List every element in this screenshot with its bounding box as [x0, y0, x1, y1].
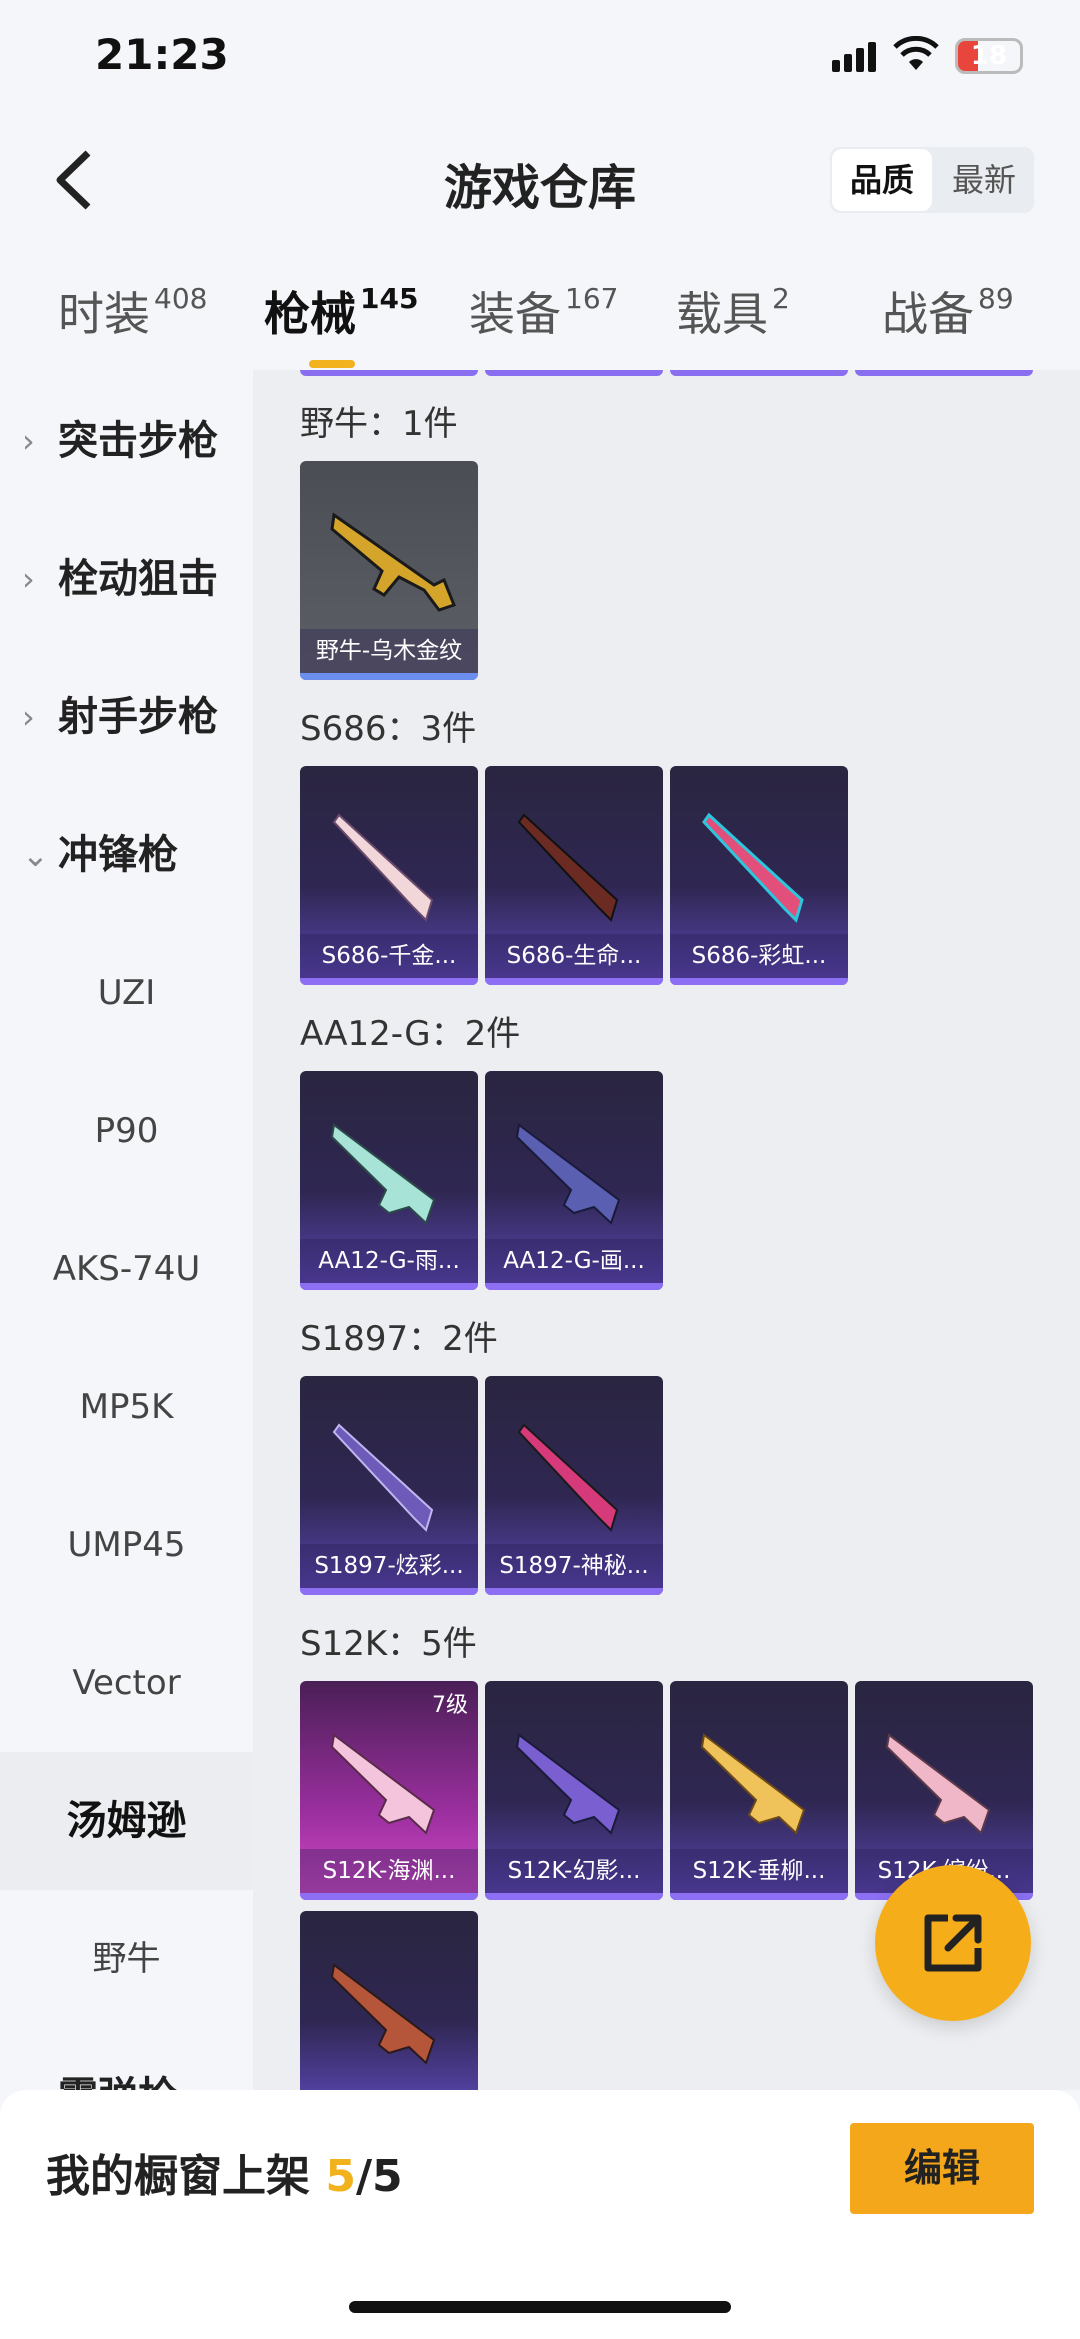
share-icon	[924, 1914, 982, 1972]
sidebar-item-bizon[interactable]: 野牛	[0, 1890, 253, 2028]
rifle-icon	[330, 1963, 436, 2065]
weapon-card[interactable]: S1897-炫彩...	[300, 1376, 478, 1595]
chevron-right-icon: ›	[22, 422, 35, 460]
sidebar-item-ump45[interactable]: UMP45	[0, 1476, 253, 1614]
rifle-icon	[330, 1733, 436, 1835]
showcase-count: 我的橱窗上架 5/5	[46, 2151, 403, 2202]
weapon-card[interactable]: S686-生命...	[485, 766, 663, 985]
rifle-icon	[515, 1123, 621, 1225]
weapon-name: S1897-炫彩...	[300, 1544, 478, 1588]
shotgun-icon	[517, 813, 619, 922]
rifle-icon	[885, 1733, 991, 1835]
cellular-signal-icon	[832, 42, 876, 72]
edit-button[interactable]: 编辑	[850, 2123, 1034, 2214]
weapon-card[interactable]: AA12-G-画...	[485, 1071, 663, 1290]
sidebar-item-assault-rifle[interactable]: › 突击步枪	[0, 372, 253, 510]
shotgun-icon	[517, 1423, 619, 1532]
tab-firearms[interactable]: 枪械 145	[264, 278, 418, 368]
battery-icon: 18	[955, 38, 1023, 74]
weapon-list: 野牛：1件 野牛-乌木金纹 S686：3件 S686-千金... S686-生命…	[253, 370, 1080, 2090]
weapon-name: AA12-G-画...	[485, 1239, 663, 1283]
weapon-card[interactable]: S12K-垂柳...	[670, 1681, 848, 1900]
group-label-s1897: S1897：2件	[300, 1319, 498, 1359]
sort-toggle: 品质 最新	[830, 147, 1034, 213]
card-edge	[855, 370, 1033, 376]
sort-quality-button[interactable]: 品质	[832, 149, 932, 211]
weapon-card[interactable]: S686-彩虹...	[670, 766, 848, 985]
weapon-name: S686-生命...	[485, 934, 663, 978]
status-bar: 21:23 18	[0, 0, 1080, 120]
group-label-aa12g: AA12-G：2件	[300, 1014, 521, 1054]
weapon-card[interactable]: 7级 S12K-海渊...	[300, 1681, 478, 1900]
share-button[interactable]	[875, 1865, 1031, 2021]
sidebar-item-p90[interactable]: P90	[0, 1062, 253, 1200]
sidebar-item-smg[interactable]: ⌄ 冲锋枪	[0, 786, 253, 924]
weapon-name: S12K-垂柳...	[670, 1849, 848, 1893]
status-time: 21:23	[95, 30, 229, 79]
weapon-card[interactable]: S1897-神秘...	[485, 1376, 663, 1595]
battery-level: 18	[970, 41, 1008, 71]
active-tab-indicator	[309, 360, 355, 368]
weapon-name: S12K-海渊...	[300, 1849, 478, 1893]
sidebar-item-bolt-sniper[interactable]: › 栓动狙击	[0, 510, 253, 648]
sidebar-item-uzi[interactable]: UZI	[0, 924, 253, 1062]
shotgun-icon	[332, 813, 434, 922]
weapon-card[interactable]: S686-千金...	[300, 766, 478, 985]
weapon-name: S686-彩虹...	[670, 934, 848, 978]
sort-newest-button[interactable]: 最新	[934, 147, 1034, 213]
sidebar-item-mp5k[interactable]: MP5K	[0, 1338, 253, 1476]
sidebar-item-thompson[interactable]: 汤姆逊	[0, 1752, 253, 1890]
rifle-icon	[700, 1733, 806, 1835]
sidebar-item-marksman-rifle[interactable]: › 射手步枪	[0, 648, 253, 786]
tab-fashion[interactable]: 时装 408	[58, 278, 207, 344]
chevron-right-icon: ›	[22, 698, 35, 736]
sidebar-item-aks74u[interactable]: AKS-74U	[0, 1200, 253, 1338]
shotgun-icon	[702, 812, 804, 923]
tab-equipment[interactable]: 装备 167	[469, 278, 618, 344]
weapon-name: 野牛-乌木金纹	[300, 629, 478, 673]
home-indicator[interactable]	[349, 2301, 731, 2313]
card-edge	[485, 370, 663, 376]
tab-vehicles[interactable]: 载具 2	[676, 278, 790, 344]
rifle-icon	[330, 512, 456, 612]
chevron-right-icon: ›	[22, 560, 35, 598]
weapon-card[interactable]	[300, 1911, 478, 2090]
tab-supplies[interactable]: 战备 89	[882, 278, 1014, 344]
chevron-right-icon: ›	[22, 2028, 35, 2090]
weapon-card[interactable]: S12K-幻影...	[485, 1681, 663, 1900]
card-edge	[300, 370, 478, 376]
shotgun-icon	[332, 1423, 434, 1532]
rifle-icon	[330, 1123, 436, 1225]
weapon-card[interactable]: AA12-G-雨...	[300, 1071, 478, 1290]
wifi-icon	[893, 36, 939, 70]
chevron-down-icon: ⌄	[22, 836, 49, 874]
rifle-icon	[515, 1733, 621, 1835]
weapon-card[interactable]: 野牛-乌木金纹	[300, 461, 478, 680]
sidebar: › 突击步枪 › 栓动狙击 › 射手步枪 ⌄ 冲锋枪 UZI P90 AKS-74U M…	[0, 370, 253, 2090]
weapon-name: S12K-幻影...	[485, 1849, 663, 1893]
weapon-name: AA12-G-雨...	[300, 1239, 478, 1283]
group-label-s686: S686：3件	[300, 709, 477, 749]
category-tabs: 时装 408 枪械 145 装备 167 载具 2 战备 89	[0, 260, 1080, 370]
group-label-s12k: S12K：5件	[300, 1624, 477, 1664]
weapon-name: S1897-神秘...	[485, 1544, 663, 1588]
group-label-bizon: 野牛：1件	[300, 404, 458, 444]
sidebar-item-shotgun[interactable]: ›霰弹枪	[0, 2028, 253, 2090]
sidebar-item-vector[interactable]: Vector	[0, 1614, 253, 1752]
card-edge	[670, 370, 848, 376]
weapon-name: S686-千金...	[300, 934, 478, 978]
